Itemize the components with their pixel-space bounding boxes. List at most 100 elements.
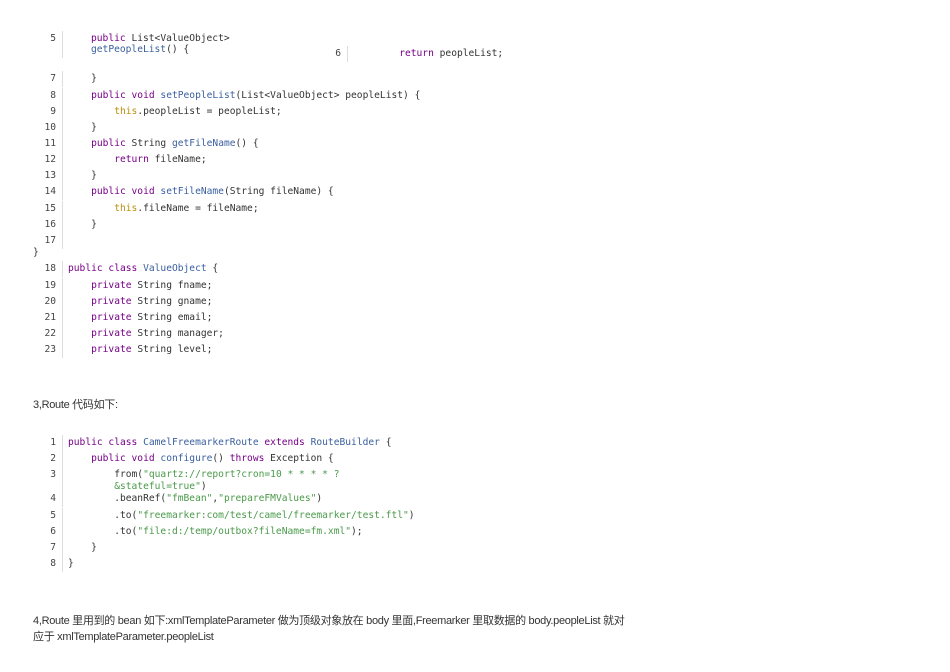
- string-token: "quartz://report?cron=10 * * * * ?: [143, 469, 340, 480]
- keyword-token: private: [68, 312, 138, 323]
- keyword-token: public void: [68, 186, 161, 197]
- line-number: 12: [44, 154, 56, 165]
- line-number: 8: [50, 90, 56, 101]
- gutter-divider: [62, 217, 63, 233]
- identifier-token: ValueObject: [143, 263, 207, 274]
- line-number: 8: [50, 558, 56, 569]
- code-token: .beanRef(: [68, 493, 167, 504]
- identifier-token: RouteBuilder: [310, 437, 380, 448]
- keyword-token: public: [68, 138, 132, 149]
- gutter-divider: [62, 88, 63, 104]
- line-number: 7: [50, 542, 56, 553]
- code-line: this.peopleList = peopleList;: [68, 106, 282, 118]
- line-number: 2: [50, 453, 56, 464]
- code-token: peopleList;: [439, 48, 504, 59]
- gutter-divider: [62, 342, 63, 358]
- gutter-divider: [62, 326, 63, 342]
- code-line: }: [68, 542, 97, 554]
- code-line: from("quartz://report?cron=10 * * * * ?: [68, 469, 339, 481]
- gutter-divider: [62, 508, 63, 524]
- code-token: (): [212, 453, 230, 464]
- code-token: String gname;: [137, 296, 213, 307]
- keyword-token: throws: [229, 453, 271, 464]
- code-line: public class ValueObject {: [68, 263, 218, 275]
- gutter-divider: [62, 491, 63, 507]
- code-token: () {: [235, 138, 259, 149]
- keyword-token: public class: [68, 437, 144, 448]
- identifier-token: CamelFreemarkerRoute: [143, 437, 259, 448]
- line-number: 21: [44, 312, 56, 323]
- code-token: List<ValueObject>: [131, 33, 230, 44]
- code-token: ): [408, 510, 415, 521]
- line-number: 18: [44, 263, 56, 274]
- line-number: 1: [50, 437, 56, 448]
- code-token: }: [68, 170, 97, 181]
- code-line: }: [68, 219, 97, 231]
- code-token: fileName;: [154, 154, 207, 165]
- gutter-divider: [62, 233, 63, 249]
- identifier-token: getPeopleList: [91, 44, 167, 55]
- code-line: public void configure() throws Exception…: [68, 453, 334, 465]
- code-token: }: [68, 122, 97, 133]
- code-token: }: [33, 247, 39, 258]
- code-token: .peopleList = peopleList;: [137, 106, 282, 117]
- line-number: 6: [50, 526, 56, 537]
- code-token: .to(: [68, 510, 138, 521]
- gutter-divider: [62, 294, 63, 310]
- line-number: 23: [44, 344, 56, 355]
- code-token: }: [68, 219, 97, 230]
- code-line: }: [68, 73, 97, 85]
- code-line: this.fileName = fileName;: [68, 203, 258, 215]
- code-line: return peopleList;: [353, 48, 503, 60]
- code-token: );: [351, 526, 363, 537]
- gutter-divider: [62, 104, 63, 120]
- string-token: &stateful=true": [68, 481, 201, 492]
- line-number: 16: [44, 219, 56, 230]
- code-line: return fileName;: [68, 154, 207, 166]
- line-number: 5: [50, 510, 56, 521]
- code-token: String fname;: [137, 280, 213, 291]
- code-token: {: [206, 263, 219, 274]
- code-line: private String fname;: [68, 280, 212, 292]
- code-token: .to(: [68, 526, 138, 537]
- gutter-divider: [62, 136, 63, 152]
- code-line: }: [68, 122, 97, 134]
- code-token: {: [379, 437, 392, 448]
- string-token: "prepareFMValues": [218, 493, 317, 504]
- gutter-divider: [62, 540, 63, 556]
- code-token: }: [68, 558, 74, 569]
- gutter-divider: [62, 435, 63, 451]
- code-line: public class CamelFreemarkerRoute extend…: [68, 437, 391, 449]
- keyword-token: return: [353, 48, 440, 59]
- code-line: private String email;: [68, 312, 212, 324]
- line-number: 9: [50, 106, 56, 117]
- line-number: 20: [44, 296, 56, 307]
- gutter-divider: [62, 261, 63, 277]
- line-number: 5: [50, 33, 56, 44]
- keyword-token: private: [68, 344, 138, 355]
- heading-route-code: 3,Route 代码如下:: [33, 399, 118, 411]
- keyword-token: private: [68, 280, 138, 291]
- gutter-divider: [62, 310, 63, 326]
- gutter-divider: [62, 168, 63, 184]
- gutter-divider: [62, 120, 63, 136]
- code-line: .beanRef("fmBean","prepareFMValues"): [68, 493, 322, 505]
- gutter-divider: [62, 152, 63, 168]
- gutter-divider: [62, 201, 63, 217]
- code-token: (String fileName) {: [223, 186, 334, 197]
- gutter-divider: [62, 278, 63, 294]
- code-token: String level;: [137, 344, 213, 355]
- code-line: .to("freemarker:com/test/camel/freemarke…: [68, 510, 415, 522]
- code-line: private String manager;: [68, 328, 224, 340]
- gutter-divider: [62, 184, 63, 200]
- keyword-token: private: [68, 328, 138, 339]
- line-number: 19: [44, 280, 56, 291]
- line-number: 22: [44, 328, 56, 339]
- line-number: 13: [44, 170, 56, 181]
- code-line: getPeopleList() {: [91, 44, 189, 56]
- code-token: }: [68, 73, 97, 84]
- keyword-token: public: [91, 33, 132, 44]
- keyword-token: extends: [258, 437, 311, 448]
- code-line: private String gname;: [68, 296, 212, 308]
- code-token: String manager;: [137, 328, 224, 339]
